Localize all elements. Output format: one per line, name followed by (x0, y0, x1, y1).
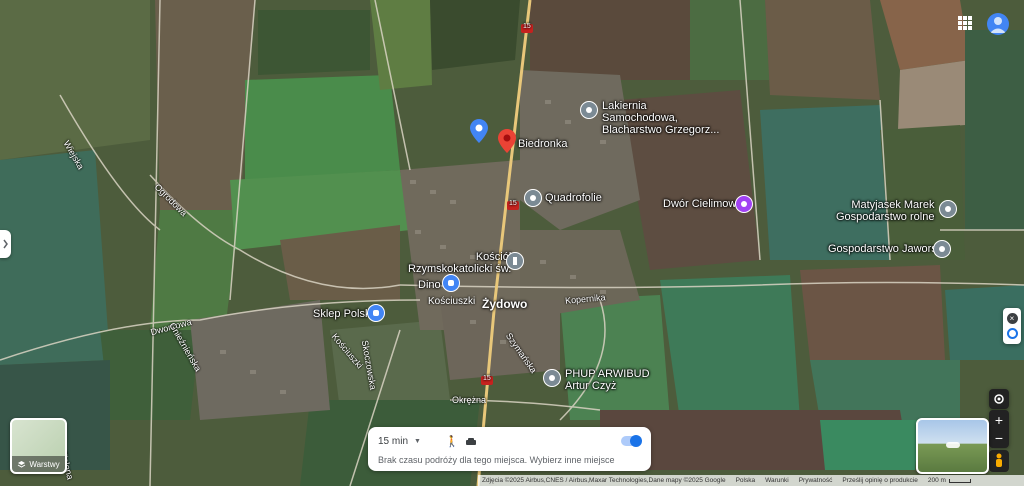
cycle-icon[interactable] (1006, 328, 1018, 339)
route-shield-label: 15 (509, 200, 517, 207)
travel-time-row: 15 min ▼ 🚶 (378, 435, 477, 448)
poi-label-phup[interactable]: PHUP ARWIBUD Artur Czyż (565, 368, 650, 392)
close-icon[interactable]: × (1006, 313, 1018, 324)
crosshair-icon (994, 394, 1004, 404)
street-view-thumbnail[interactable] (916, 418, 989, 474)
collapse-side-panel-button[interactable] (0, 230, 11, 258)
scale-label: 200 m (927, 477, 946, 484)
poi-label-dwor[interactable]: Dwór Cielimowo (663, 198, 742, 210)
route-shield-label: 15 (483, 375, 491, 382)
terms-link[interactable]: Warunki (765, 477, 789, 484)
poi-label-matyjasek-line2: Gospodarstwo rolne (836, 211, 935, 223)
shopping-cart-icon (448, 280, 454, 286)
poi-pin-icon (586, 107, 592, 113)
travel-time-message: Brak czasu podróży dla tego miejsca. Wyb… (378, 455, 615, 465)
pegman-button[interactable] (989, 450, 1009, 472)
my-location-button[interactable] (989, 389, 1009, 409)
account-avatar[interactable] (987, 13, 1009, 35)
street-view-icon (946, 442, 960, 448)
poi-pin-icon (530, 195, 536, 201)
poi-pin-icon (549, 375, 555, 381)
poi-marker-kosciol[interactable] (506, 252, 524, 270)
poi-label-kosciol-line2: Rzymskokatolicki św. (408, 263, 512, 275)
poi-pin-icon (945, 206, 951, 212)
map-pin-icon (498, 129, 516, 153)
attribution-text: Zdjęcia ©2025 Airbus,CNES / Airbus,Maxar… (482, 477, 726, 484)
poi-label-quadrofolie[interactable]: Quadrofolie (545, 192, 602, 204)
poi-marker-lakiernia[interactable] (580, 101, 598, 119)
poi-label-matyjasek[interactable]: Matyjasek Marek Gospodarstwo rolne (836, 199, 934, 223)
road-label-kosciuszki-2: Kościuszki (428, 296, 476, 307)
person-icon (741, 201, 747, 207)
poi-label-jaworski[interactable]: Gospodarstwo Jaworski (828, 243, 945, 255)
route-shield-label: 15 (523, 23, 531, 30)
poi-label-matyjasek-line1: Matyjasek Marek (851, 199, 935, 211)
scale-line (948, 478, 971, 483)
person-icon (990, 17, 1006, 33)
layers-icon (18, 460, 26, 468)
shopping-cart-icon (373, 310, 379, 316)
poi-marker-matyjasek[interactable] (939, 200, 957, 218)
side-controls: × (1003, 308, 1021, 344)
travel-time-dropdown[interactable]: 15 min (378, 436, 408, 447)
map-pin-icon (470, 119, 488, 143)
layers-button[interactable]: Warstwy (10, 418, 67, 474)
car-icon[interactable] (465, 437, 477, 447)
poi-label-lakiernia[interactable]: Lakiernia Samochodowa, Blacharstwo Grzeg… (602, 100, 722, 136)
poi-label-phup-line2: Artur Czyż (565, 380, 617, 392)
poi-label-sklep[interactable]: Sklep Polski (313, 308, 373, 320)
blue-location-pin[interactable] (470, 119, 488, 148)
poi-label-kosciol[interactable]: Kościół Rzymskokatolicki św. (408, 251, 511, 275)
feedback-link[interactable]: Prześlij opinię o produkcie (842, 477, 918, 484)
poi-label-kosciol-line1: Kościół (475, 251, 512, 263)
privacy-link[interactable]: Prywatność (799, 477, 833, 484)
poi-marker-sklep[interactable] (367, 304, 385, 322)
walking-icon[interactable]: 🚶 (445, 435, 459, 448)
chevron-down-icon[interactable]: ▼ (414, 438, 421, 445)
chevron-right-icon (3, 239, 8, 249)
travel-toggle[interactable] (621, 435, 642, 447)
poi-label-dino[interactable]: Dino (418, 279, 441, 291)
poi-pin-icon (939, 246, 945, 252)
church-icon (513, 257, 517, 265)
zoom-controls: + − (989, 410, 1009, 448)
apps-grid-icon[interactable] (958, 16, 972, 30)
road-label-okrezna: Okrężna (452, 395, 487, 405)
poi-marker-dwor[interactable] (735, 195, 753, 213)
country-link[interactable]: Polska (736, 477, 756, 484)
zoom-in-button[interactable]: + (995, 411, 1003, 429)
poi-marker-quadrofolie[interactable] (524, 189, 542, 207)
poi-label-biedronka[interactable]: Biedronka (518, 138, 568, 150)
map-footer: Zdjęcia ©2025 Airbus,CNES / Airbus,Maxar… (478, 475, 1024, 486)
travel-time-panel: 15 min ▼ 🚶 Brak czasu podróży dla tego m… (368, 427, 651, 471)
red-location-pin[interactable] (498, 129, 516, 158)
poi-marker-phup[interactable] (543, 369, 561, 387)
poi-marker-dino[interactable] (442, 274, 460, 292)
pegman-icon (996, 453, 1002, 467)
poi-label-phup-line1: PHUP ARWIBUD (565, 368, 650, 380)
poi-marker-jaworski[interactable] (933, 240, 951, 258)
layers-label: Warstwy (29, 459, 60, 469)
town-label[interactable]: Żydowo (482, 297, 527, 311)
toggle-knob (630, 435, 642, 447)
scale-bar[interactable]: 200 m (928, 477, 971, 484)
zoom-out-button[interactable]: − (995, 429, 1003, 447)
